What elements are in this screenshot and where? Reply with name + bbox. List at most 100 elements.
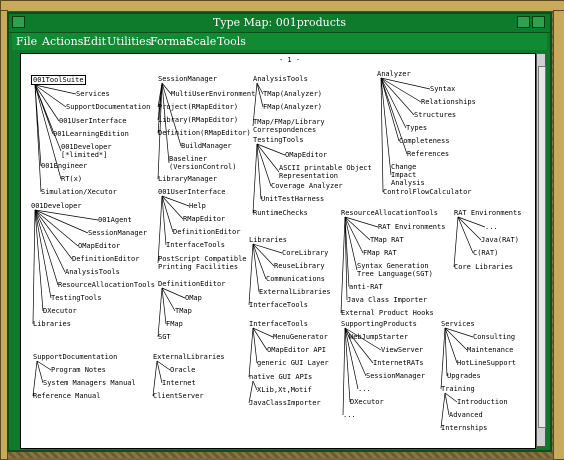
type-node[interactable]: BuildManager bbox=[181, 142, 232, 150]
type-node[interactable]: InterfaceTools bbox=[166, 241, 225, 249]
type-node[interactable]: PostScript Compatible Printing Facilitie… bbox=[158, 255, 247, 271]
type-node[interactable]: ... bbox=[358, 385, 371, 393]
type-node[interactable]: ... bbox=[485, 223, 498, 231]
type-node[interactable]: Reference Manual bbox=[33, 392, 100, 400]
type-node[interactable]: 001Developer bbox=[31, 202, 82, 210]
type-node[interactable]: SessionManager bbox=[366, 372, 425, 380]
type-node[interactable]: Training bbox=[441, 385, 475, 393]
type-node[interactable]: RMapEditor bbox=[183, 215, 225, 223]
type-node[interactable]: DXecutor bbox=[350, 398, 384, 406]
type-node[interactable]: ResourceAllocationTools bbox=[58, 281, 155, 289]
scrollbar-thumb[interactable] bbox=[538, 66, 546, 428]
type-node[interactable]: InternetRATs bbox=[373, 359, 424, 367]
type-node[interactable]: OMapEditor bbox=[285, 151, 327, 159]
type-node[interactable]: MultiUserEnvironment bbox=[171, 90, 255, 98]
type-node[interactable]: Internet bbox=[162, 379, 196, 387]
type-node[interactable]: Baseliner (VersionControl) bbox=[169, 155, 236, 171]
type-node[interactable]: Analyzer bbox=[377, 70, 411, 78]
vertical-scrollbar[interactable] bbox=[536, 53, 546, 447]
type-node[interactable]: SupportingProducts bbox=[341, 320, 417, 328]
type-node[interactable]: XLib,Xt,Motif bbox=[257, 386, 312, 394]
menu-format[interactable]: Format bbox=[150, 35, 190, 48]
type-node[interactable]: ClientServer bbox=[153, 392, 204, 400]
type-node[interactable]: FMap RAT bbox=[363, 249, 397, 257]
type-node[interactable]: FMap(Analyzer) bbox=[263, 103, 322, 111]
type-node[interactable]: TMap/FMap/Library Correspondences bbox=[253, 118, 325, 134]
type-node[interactable]: Help bbox=[189, 202, 206, 210]
menu-tools[interactable]: Tools bbox=[217, 35, 246, 48]
type-node[interactable]: CoreLibrary bbox=[282, 249, 328, 257]
menu-scale[interactable]: Scale bbox=[186, 35, 216, 48]
type-node[interactable]: C(RAT) bbox=[473, 249, 498, 257]
type-node[interactable]: AnalysisTools bbox=[65, 268, 120, 276]
type-node[interactable]: DefinitionEditor bbox=[158, 280, 225, 288]
menu-actions[interactable]: Actions bbox=[42, 35, 83, 48]
type-node[interactable]: TestingTools bbox=[51, 294, 102, 302]
type-node[interactable]: Library(RMapEditor) bbox=[158, 116, 238, 124]
type-node[interactable]: Communications bbox=[266, 275, 325, 283]
type-node[interactable]: 001Engineer bbox=[41, 162, 87, 170]
type-node[interactable]: Core Libraries bbox=[454, 263, 513, 271]
type-node[interactable]: AnalysisTools bbox=[253, 75, 308, 83]
type-node[interactable]: ExternalLibraries bbox=[259, 288, 331, 296]
type-node[interactable]: System Managers Manual bbox=[43, 379, 136, 387]
type-node[interactable]: LibraryManager bbox=[158, 175, 217, 183]
type-node[interactable]: TestingTools bbox=[253, 136, 304, 144]
type-node[interactable]: TMap(Analyzer) bbox=[263, 90, 322, 98]
type-node[interactable]: ExternalLibraries bbox=[153, 353, 225, 361]
type-node[interactable]: RAT Environments bbox=[378, 223, 445, 231]
type-node[interactable]: Oracle bbox=[170, 366, 195, 374]
type-node[interactable]: SessionManager bbox=[158, 75, 217, 83]
type-node[interactable]: 001ToolSuite bbox=[31, 75, 86, 85]
type-node[interactable]: ViewServer bbox=[381, 346, 423, 354]
type-node[interactable]: RT(x) bbox=[61, 175, 82, 183]
type-node[interactable]: Change Impact Analysis bbox=[391, 163, 425, 187]
type-node[interactable]: InterfaceTools bbox=[249, 320, 308, 328]
type-node[interactable]: generic GUI Layer bbox=[257, 359, 329, 367]
type-node[interactable]: Syntax Generation Tree Language(SGT) bbox=[357, 262, 433, 278]
type-node[interactable]: native GUI APIs bbox=[249, 373, 312, 381]
type-node[interactable]: External Product Hooks bbox=[341, 309, 434, 317]
type-node[interactable]: Libraries bbox=[249, 236, 287, 244]
type-node[interactable]: JavaClassImporter bbox=[249, 399, 321, 407]
type-node[interactable]: Introduction bbox=[457, 398, 508, 406]
type-node[interactable]: HotLineSupport bbox=[457, 359, 516, 367]
type-node[interactable]: Project(RMapEditor) bbox=[158, 103, 238, 111]
type-node[interactable]: Java Class Importer bbox=[347, 296, 427, 304]
type-node[interactable]: InterfaceTools bbox=[249, 301, 308, 309]
type-node[interactable]: TMap bbox=[175, 307, 192, 315]
type-node[interactable]: Internships bbox=[441, 424, 487, 432]
type-node[interactable]: 001Agent bbox=[98, 216, 132, 224]
type-node[interactable]: RuntimeChecks bbox=[253, 209, 308, 217]
type-node[interactable]: Structures bbox=[414, 111, 456, 119]
type-node[interactable]: Advanced bbox=[449, 411, 483, 419]
maximize-icon[interactable] bbox=[532, 16, 545, 28]
menu-edit[interactable]: Edit bbox=[83, 35, 106, 48]
type-node[interactable]: Consulting bbox=[473, 333, 515, 341]
type-node[interactable]: SessionManager bbox=[88, 229, 147, 237]
type-node[interactable]: Types bbox=[406, 124, 427, 132]
type-node[interactable]: DXecutor bbox=[43, 307, 77, 315]
type-node[interactable]: UnitTestHarness bbox=[261, 195, 324, 203]
type-node[interactable]: Upgrades bbox=[447, 372, 481, 380]
type-node[interactable]: Syntax bbox=[430, 85, 455, 93]
type-node[interactable]: 001UserInterface bbox=[59, 117, 126, 125]
type-node[interactable]: Completeness bbox=[399, 137, 450, 145]
type-node[interactable]: ControlFlowCalculator bbox=[383, 188, 472, 196]
type-node[interactable]: ResourceAllocationTools bbox=[341, 209, 438, 217]
type-map-canvas[interactable]: - 1 - 001ToolSuite Services SupportDocumen… bbox=[20, 53, 536, 449]
type-node[interactable]: References bbox=[407, 150, 449, 158]
type-node[interactable]: OMapEditor bbox=[78, 242, 120, 250]
type-node[interactable]: Coverage Analyzer bbox=[271, 182, 343, 190]
menu-utilities[interactable]: Utilities bbox=[107, 35, 151, 48]
type-node[interactable]: Java(RAT) bbox=[481, 236, 519, 244]
type-node[interactable]: ASCII printable Object Representation bbox=[279, 164, 372, 180]
type-node[interactable]: TMap RAT bbox=[370, 236, 404, 244]
type-node[interactable]: SupportDocumentation bbox=[33, 353, 117, 361]
type-node[interactable]: DefinitionEditor bbox=[72, 255, 139, 263]
type-node[interactable]: OMapEditor API bbox=[267, 346, 326, 354]
title-bar[interactable]: Type Map: 001products bbox=[9, 14, 550, 33]
type-node[interactable]: 001LearningEdition bbox=[53, 130, 129, 138]
type-node[interactable]: FMap bbox=[166, 320, 183, 328]
type-node[interactable]: 001Developer [*limited*] bbox=[61, 143, 112, 159]
